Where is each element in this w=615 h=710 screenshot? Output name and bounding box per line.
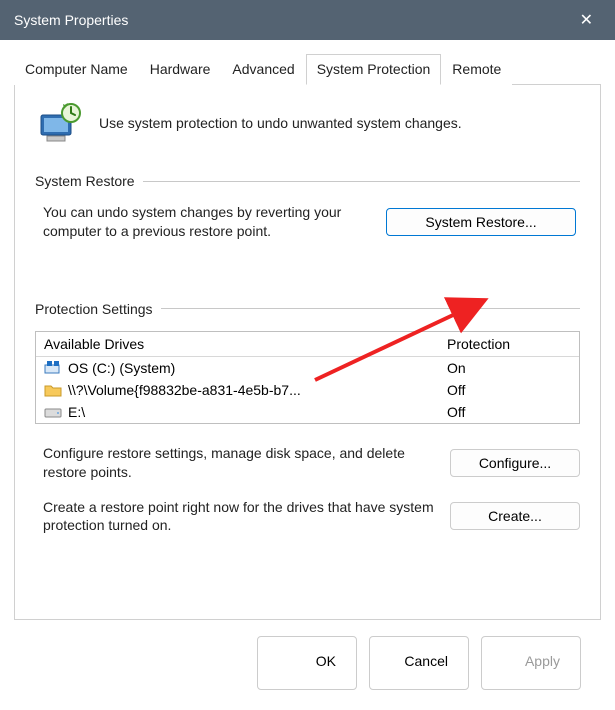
- drives-header: Available Drives Protection: [36, 332, 579, 357]
- configure-row: Configure restore settings, manage disk …: [35, 444, 580, 482]
- divider: [143, 181, 580, 182]
- table-row[interactable]: E:\ Off: [36, 401, 579, 423]
- window-title: System Properties: [14, 12, 128, 28]
- create-button[interactable]: Create...: [450, 502, 580, 530]
- system-restore-group-label: System Restore: [35, 173, 580, 189]
- table-row[interactable]: \\?\Volume{f98832be-a831-4e5b-b7... Off: [36, 379, 579, 401]
- tab-system-protection[interactable]: System Protection: [306, 54, 442, 85]
- drive-status: On: [439, 357, 579, 379]
- intro-row: Use system protection to undo unwanted s…: [35, 101, 580, 145]
- divider: [161, 308, 580, 309]
- create-row: Create a restore point right now for the…: [35, 498, 580, 536]
- tab-strip: Computer Name Hardware Advanced System P…: [14, 54, 601, 85]
- tab-hardware[interactable]: Hardware: [139, 54, 222, 85]
- intro-text: Use system protection to undo unwanted s…: [99, 115, 462, 131]
- ok-button[interactable]: OK: [257, 636, 357, 690]
- column-available-drives[interactable]: Available Drives: [36, 332, 439, 356]
- protection-settings-label: Protection Settings: [35, 301, 153, 317]
- configure-button[interactable]: Configure...: [450, 449, 580, 477]
- apply-button[interactable]: Apply: [481, 636, 581, 690]
- tab-advanced[interactable]: Advanced: [221, 54, 305, 85]
- create-description: Create a restore point right now for the…: [43, 498, 436, 536]
- titlebar: System Properties ✕: [0, 0, 615, 40]
- os-drive-icon: [44, 361, 62, 375]
- configure-description: Configure restore settings, manage disk …: [43, 444, 436, 482]
- cancel-button[interactable]: Cancel: [369, 636, 469, 690]
- client-area: Computer Name Hardware Advanced System P…: [0, 40, 615, 710]
- system-protection-icon: [35, 101, 83, 145]
- tab-remote[interactable]: Remote: [441, 54, 512, 85]
- drive-icon: [44, 405, 62, 419]
- dialog-footer: OK Cancel Apply: [14, 620, 601, 710]
- column-protection[interactable]: Protection: [439, 332, 579, 356]
- drives-table: Available Drives Protection OS (C:) (Sys…: [35, 331, 580, 424]
- system-protection-panel: Use system protection to undo unwanted s…: [14, 85, 601, 620]
- close-icon[interactable]: ✕: [572, 6, 601, 34]
- drive-status: Off: [439, 379, 579, 401]
- drive-status: Off: [439, 401, 579, 423]
- protection-settings-group-label: Protection Settings: [35, 301, 580, 317]
- folder-icon: [44, 383, 62, 397]
- drive-name: E:\: [68, 404, 85, 420]
- restore-row: You can undo system changes by reverting…: [35, 203, 580, 241]
- drive-name: OS (C:) (System): [68, 360, 175, 376]
- table-row[interactable]: OS (C:) (System) On: [36, 357, 579, 379]
- tab-computer-name[interactable]: Computer Name: [14, 54, 139, 85]
- system-restore-label: System Restore: [35, 173, 135, 189]
- system-restore-button[interactable]: System Restore...: [386, 208, 576, 236]
- drive-name: \\?\Volume{f98832be-a831-4e5b-b7...: [68, 382, 301, 398]
- restore-description: You can undo system changes by reverting…: [43, 203, 370, 241]
